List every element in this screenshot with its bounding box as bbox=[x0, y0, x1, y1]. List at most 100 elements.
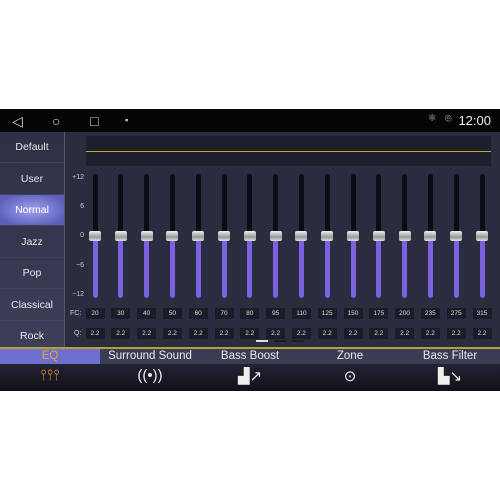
fc-value[interactable]: 20 bbox=[85, 308, 105, 319]
fc-value[interactable]: 60 bbox=[188, 308, 208, 319]
bluetooth-icon: ✱ bbox=[428, 113, 437, 124]
preset-normal[interactable]: Normal bbox=[0, 195, 64, 226]
tab-zone[interactable]: Zone bbox=[300, 349, 400, 364]
q-value[interactable]: 2.2 bbox=[111, 328, 131, 339]
eq-slider-knob[interactable] bbox=[476, 231, 488, 241]
home-icon[interactable]: ○ bbox=[52, 113, 60, 129]
status-bar: ◁ ○ □ ▪ ✱ ⌾ 12:00 bbox=[0, 109, 500, 132]
preset-pop[interactable]: Pop bbox=[0, 258, 64, 289]
tab-icon-bar: ⫯⫯⫯ ((•)) ▟↗ ⊙ ▙↘ bbox=[0, 364, 500, 391]
fc-value[interactable]: 110 bbox=[291, 308, 311, 319]
eq-slider-fill bbox=[118, 236, 124, 298]
preset-user[interactable]: User bbox=[0, 164, 64, 195]
fc-value[interactable]: 80 bbox=[240, 308, 260, 319]
eq-slider-fill bbox=[427, 236, 433, 298]
q-value[interactable]: 2.2 bbox=[214, 328, 234, 339]
page-indicator bbox=[274, 340, 286, 342]
q-value[interactable]: 2.2 bbox=[395, 328, 415, 339]
scale-label: +12 bbox=[72, 174, 84, 181]
eq-slider-knob[interactable] bbox=[192, 231, 205, 241]
preset-jazz[interactable]: Jazz bbox=[0, 227, 64, 258]
bass-boost-icon[interactable]: ▟↗ bbox=[200, 367, 300, 385]
eq-slider-knob[interactable] bbox=[114, 231, 127, 241]
q-value[interactable]: 2.2 bbox=[162, 328, 182, 339]
eq-slider-fill bbox=[376, 236, 382, 298]
q-value[interactable]: 2.2 bbox=[266, 328, 286, 339]
fc-value[interactable]: 70 bbox=[214, 308, 234, 319]
fc-value[interactable]: 235 bbox=[420, 308, 440, 319]
eq-slider-knob[interactable] bbox=[243, 231, 256, 241]
tab-bass-boost[interactable]: Bass Boost bbox=[200, 349, 300, 364]
fc-value[interactable]: 150 bbox=[343, 308, 363, 319]
eq-slider-knob[interactable] bbox=[347, 231, 359, 241]
fc-value[interactable]: 125 bbox=[317, 308, 337, 319]
bass-filter-icon[interactable]: ▙↘ bbox=[400, 367, 500, 385]
recents-icon[interactable]: □ bbox=[90, 113, 98, 129]
eq-slider-fill bbox=[169, 236, 175, 298]
eq-slider-fill bbox=[324, 236, 330, 298]
eq-slider-knob[interactable] bbox=[140, 231, 153, 241]
eq-slider-knob[interactable] bbox=[424, 231, 437, 241]
scale-label: 6 bbox=[80, 203, 84, 210]
scale-label: 0 bbox=[80, 232, 84, 239]
eq-slider-fill bbox=[479, 236, 485, 298]
eq-slider-knob[interactable] bbox=[450, 231, 463, 241]
fc-label: FC: bbox=[70, 310, 82, 317]
fc-value[interactable]: 315 bbox=[472, 308, 492, 319]
fc-value[interactable]: 95 bbox=[266, 308, 286, 319]
fc-value[interactable]: 40 bbox=[137, 308, 157, 319]
fc-value[interactable]: 275 bbox=[446, 308, 466, 319]
q-value[interactable]: 2.2 bbox=[188, 328, 208, 339]
fc-value[interactable]: 200 bbox=[395, 308, 415, 319]
eq-slider-fill bbox=[298, 236, 304, 298]
q-value[interactable]: 2.2 bbox=[420, 328, 440, 339]
eq-slider-knob[interactable] bbox=[398, 231, 411, 241]
preset-list: Default User Normal Jazz Pop Classical Rock bbox=[0, 132, 65, 352]
gallery-icon: ▪ bbox=[125, 115, 129, 125]
eq-slider-fill bbox=[453, 236, 459, 298]
tab-surround-sound[interactable]: Surround Sound bbox=[100, 349, 200, 364]
eq-slider-fill bbox=[247, 236, 253, 298]
q-value[interactable]: 2.2 bbox=[472, 328, 492, 339]
q-value[interactable]: 2.2 bbox=[369, 328, 389, 339]
tab-bar: EQ Surround Sound Bass Boost Zone Bass Filte… bbox=[0, 347, 500, 364]
preset-classical[interactable]: Classical bbox=[0, 290, 64, 321]
fc-value[interactable]: 30 bbox=[111, 308, 131, 319]
q-value[interactable]: 2.2 bbox=[317, 328, 337, 339]
screen: ◁ ○ □ ▪ ✱ ⌾ 12:00 Default User Normal Jazz P… bbox=[0, 109, 500, 391]
eq-curve bbox=[86, 151, 491, 152]
eq-slider-knob[interactable] bbox=[269, 231, 282, 241]
clock: 12:00 bbox=[458, 113, 491, 128]
zone-icon[interactable]: ⊙ bbox=[300, 367, 400, 385]
q-value[interactable]: 2.2 bbox=[85, 328, 105, 339]
eq-slider-knob[interactable] bbox=[218, 231, 230, 241]
eq-slider-fill bbox=[402, 236, 408, 298]
q-value[interactable]: 2.2 bbox=[240, 328, 260, 339]
tab-eq[interactable]: EQ bbox=[0, 349, 100, 364]
tab-bass-filter[interactable]: Bass Filter bbox=[400, 349, 500, 364]
location-icon: ⌾ bbox=[445, 113, 452, 125]
scale-label: −12 bbox=[72, 291, 84, 298]
eq-slider-fill bbox=[92, 236, 98, 298]
page-indicator bbox=[292, 340, 304, 342]
q-value[interactable]: 2.2 bbox=[446, 328, 466, 339]
equalizer-icon[interactable]: ⫯⫯⫯ bbox=[0, 367, 100, 384]
preset-default[interactable]: Default bbox=[0, 132, 64, 163]
back-icon[interactable]: ◁ bbox=[12, 113, 23, 130]
surround-icon[interactable]: ((•)) bbox=[100, 367, 200, 384]
q-label: Q: bbox=[74, 330, 82, 337]
eq-slider-knob[interactable] bbox=[89, 231, 101, 241]
q-value[interactable]: 2.2 bbox=[137, 328, 157, 339]
eq-slider-knob[interactable] bbox=[166, 231, 179, 241]
page-indicator bbox=[256, 340, 268, 342]
scale-label: −6 bbox=[76, 262, 84, 269]
eq-slider-knob[interactable] bbox=[372, 231, 385, 241]
q-value[interactable]: 2.2 bbox=[343, 328, 363, 339]
eq-slider-knob[interactable] bbox=[295, 231, 308, 241]
fc-value[interactable]: 50 bbox=[162, 308, 182, 319]
eq-curve-graph bbox=[86, 136, 491, 166]
fc-value[interactable]: 175 bbox=[369, 308, 389, 319]
eq-slider-knob[interactable] bbox=[321, 231, 334, 241]
q-value[interactable]: 2.2 bbox=[291, 328, 311, 339]
eq-slider-fill bbox=[144, 236, 150, 298]
